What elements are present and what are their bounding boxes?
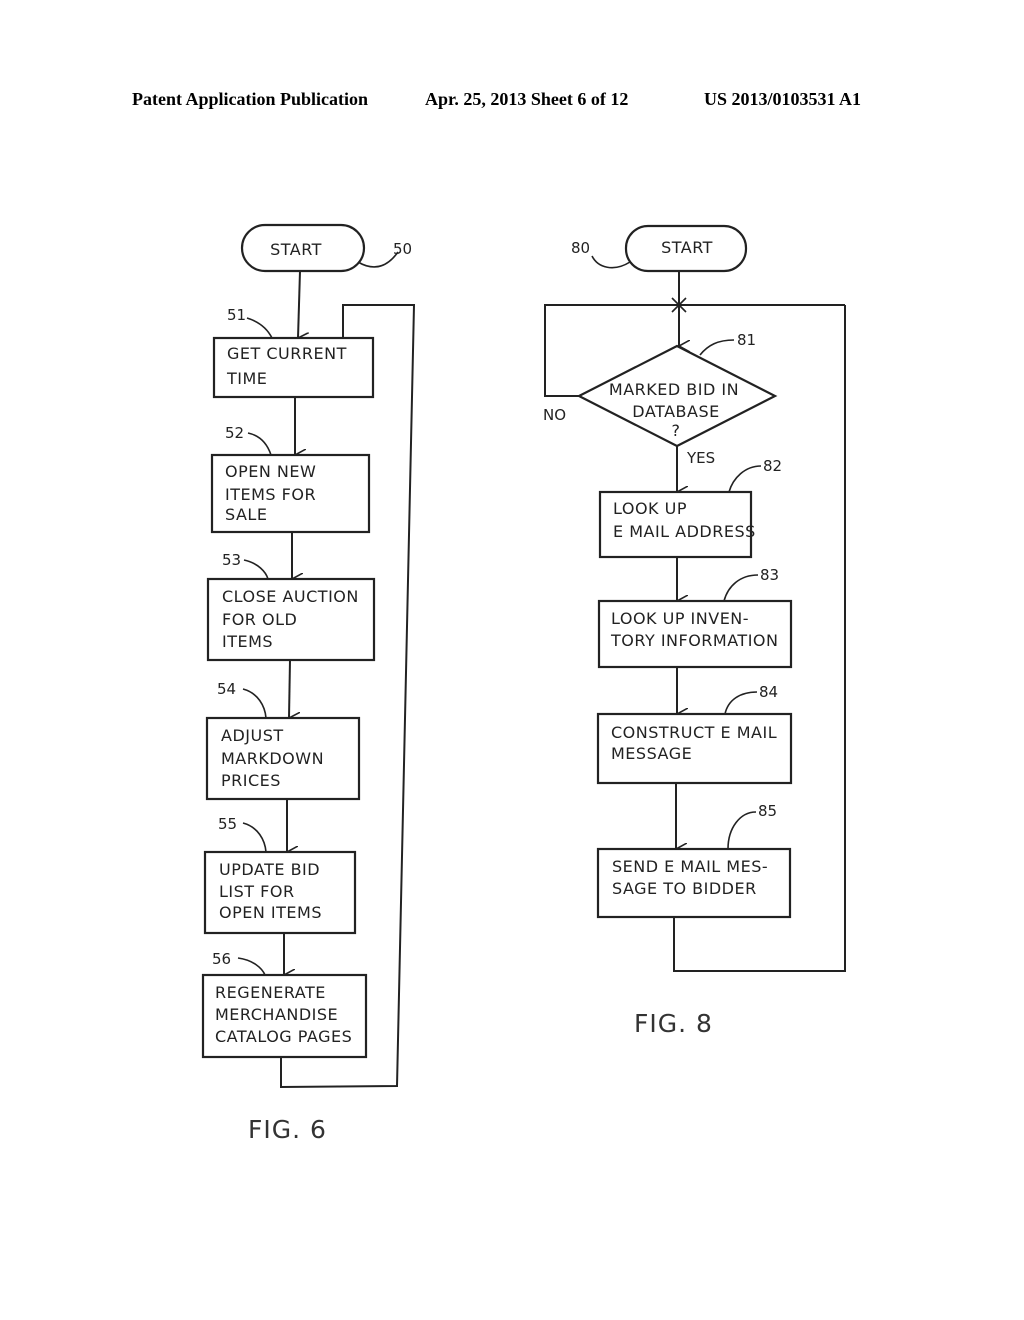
fig6-step-54: ADJUST MARKDOWN PRICES 54 bbox=[205, 680, 361, 801]
ref-number: 52 bbox=[225, 424, 244, 442]
step-text-line: MERCHANDISE bbox=[215, 1005, 338, 1024]
step-text-line: LOOK UP bbox=[613, 499, 687, 518]
step-text-line: LIST FOR bbox=[219, 882, 295, 901]
ref-number: 83 bbox=[760, 566, 779, 584]
ref-leader bbox=[728, 465, 762, 493]
fig8-step-83: LOOK UP INVEN- TORY INFORMATION 83 bbox=[597, 566, 793, 669]
step-text-line: FOR OLD bbox=[222, 610, 297, 629]
fig8-caption: FIG. 8 bbox=[634, 1009, 713, 1038]
ref-number: 53 bbox=[222, 551, 241, 569]
step-text-line: ADJUST bbox=[221, 726, 284, 745]
step-text-line: TIME bbox=[226, 369, 267, 388]
ref-number: 50 bbox=[393, 240, 412, 258]
step-text-line: ITEMS bbox=[222, 632, 273, 651]
step-text-line: TORY INFORMATION bbox=[610, 631, 778, 650]
ref-leader bbox=[724, 691, 758, 715]
step-text-line: OPEN ITEMS bbox=[219, 903, 322, 922]
step-text-line: OPEN NEW bbox=[225, 462, 316, 481]
step-text-line: MESSAGE bbox=[611, 744, 692, 763]
ref-leader bbox=[246, 317, 273, 339]
fig8-step-85: SEND E MAIL MES- SAGE TO BIDDER 85 bbox=[596, 802, 792, 919]
ref-number: 54 bbox=[217, 680, 236, 698]
ref-number: 84 bbox=[759, 683, 778, 701]
step-text-line: CONSTRUCT E MAIL bbox=[611, 723, 777, 742]
loop-back-line bbox=[280, 304, 416, 1089]
ref-number: 80 bbox=[571, 239, 590, 257]
fig8-start-terminal: START 80 bbox=[571, 224, 748, 273]
ref-leader bbox=[727, 811, 757, 850]
fig6-caption: FIG. 6 bbox=[248, 1115, 327, 1144]
ref-number: 82 bbox=[763, 457, 782, 475]
ref-leader bbox=[591, 255, 631, 269]
ref-number: 56 bbox=[212, 950, 231, 968]
fig6-step-55: UPDATE BID LIST FOR OPEN ITEMS 55 bbox=[203, 815, 357, 935]
fig8-diagram: START 80 NO MARKED BID IN DATABASE ? 81 … bbox=[543, 224, 846, 1038]
fig8-decision-81: MARKED BID IN DATABASE ? 81 bbox=[576, 331, 778, 448]
step-text-line: SALE bbox=[225, 505, 267, 524]
fig6-start-terminal: START 50 bbox=[240, 223, 412, 273]
ref-number: 51 bbox=[227, 306, 246, 324]
step-text-line: SEND E MAIL MES- bbox=[612, 857, 768, 876]
step-text-line: SAGE TO BIDDER bbox=[612, 879, 757, 898]
flowchart-figures: START 50 GET CURRENT TIME 51 OPEN NEW IT… bbox=[201, 223, 846, 1144]
ref-number: 55 bbox=[218, 815, 237, 833]
decision-text-line: ? bbox=[672, 421, 681, 440]
fig6-step-51: GET CURRENT TIME 51 bbox=[212, 306, 375, 399]
ref-leader bbox=[242, 822, 267, 853]
fig6-step-52: OPEN NEW ITEMS FOR SALE 52 bbox=[210, 424, 371, 534]
flow-arrow bbox=[289, 659, 290, 718]
start-label: START bbox=[270, 240, 322, 259]
ref-number: 81 bbox=[737, 331, 756, 349]
fig6-diagram: START 50 GET CURRENT TIME 51 OPEN NEW IT… bbox=[201, 223, 416, 1144]
ref-leader bbox=[237, 957, 266, 976]
yes-label: YES bbox=[686, 449, 715, 467]
decision-text-line: DATABASE bbox=[632, 402, 719, 421]
step-text-line: E MAIL ADDRESS bbox=[613, 522, 756, 541]
fig8-step-82: LOOK UP E MAIL ADDRESS 82 bbox=[598, 457, 782, 559]
no-label: NO bbox=[543, 406, 566, 424]
ref-leader bbox=[723, 574, 759, 602]
ref-leader bbox=[699, 339, 735, 356]
step-text-line: CLOSE AUCTION bbox=[222, 587, 359, 606]
step-text-line: UPDATE BID bbox=[219, 860, 320, 879]
step-text-line: ITEMS FOR bbox=[225, 485, 316, 504]
step-text-line: REGENERATE bbox=[215, 983, 326, 1002]
step-text-line: GET CURRENT bbox=[227, 344, 347, 363]
ref-leader bbox=[243, 559, 269, 580]
step-text-line: MARKDOWN bbox=[221, 749, 324, 768]
fig8-step-84: CONSTRUCT E MAIL MESSAGE 84 bbox=[596, 683, 793, 785]
ref-leader bbox=[247, 432, 272, 456]
ref-number: 85 bbox=[758, 802, 777, 820]
step-text-line: LOOK UP INVEN- bbox=[611, 609, 749, 628]
start-label: START bbox=[661, 238, 713, 257]
ref-leader bbox=[242, 688, 267, 719]
decision-text-line: MARKED BID IN bbox=[609, 380, 739, 399]
step-text-line: CATALOG PAGES bbox=[215, 1027, 352, 1046]
step-text-line: PRICES bbox=[221, 771, 281, 790]
flow-arrow bbox=[298, 270, 300, 338]
